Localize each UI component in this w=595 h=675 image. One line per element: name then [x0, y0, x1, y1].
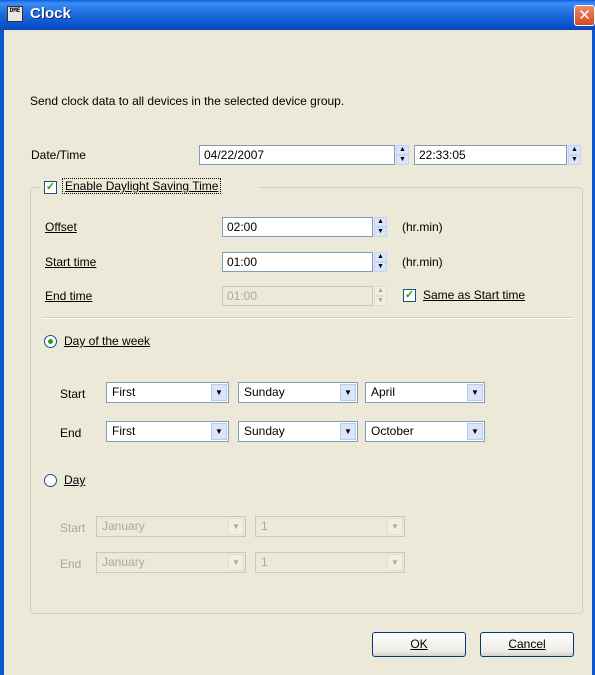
datetime-label: Date/Time	[31, 148, 86, 162]
chevron-down-icon: ▼	[228, 554, 244, 571]
chevron-down-icon: ▼	[387, 518, 403, 535]
spin-up-icon[interactable]: ▲	[374, 252, 387, 262]
spin-up-icon[interactable]: ▲	[374, 217, 387, 227]
day-start-label: Start	[60, 521, 86, 535]
title-bar[interactable]: DME Clock ✕	[0, 0, 595, 30]
app-icon: DME	[7, 6, 23, 22]
day-start-day-select: 1 ▼	[255, 516, 405, 537]
clock-dialog: DME Clock ✕ Send clock data to all devic…	[0, 0, 595, 675]
chevron-down-icon[interactable]: ▼	[340, 384, 356, 401]
start-time-spinner[interactable]: ▲ ▼	[374, 252, 387, 272]
radio-selected-dot	[48, 339, 53, 344]
window-border-left	[0, 30, 4, 675]
day-end-day-value: 1	[261, 555, 268, 569]
dow-start-month-select[interactable]: April ▼	[365, 382, 485, 403]
dow-end-weekday-value: Sunday	[244, 424, 285, 438]
spin-down-icon[interactable]: ▼	[374, 227, 387, 237]
chevron-down-icon[interactable]: ▼	[467, 423, 483, 440]
chevron-down-icon[interactable]: ▼	[211, 423, 227, 440]
dow-end-label: End	[60, 426, 82, 440]
dow-end-weekday-select[interactable]: Sunday ▼	[238, 421, 358, 442]
day-of-week-radio[interactable]	[44, 335, 57, 348]
dst-enable-label[interactable]: Enable Daylight Saving Time	[62, 178, 222, 194]
dow-start-weekday-value: Sunday	[244, 385, 285, 399]
dow-end-month-value: October	[371, 424, 414, 438]
day-radio[interactable]	[44, 474, 57, 487]
spin-up-icon[interactable]: ▲	[568, 145, 581, 155]
start-time-unit: (hr.min)	[402, 255, 443, 269]
offset-field[interactable]: 02:00	[222, 217, 373, 237]
day-label[interactable]: Day	[64, 473, 85, 487]
chevron-down-icon[interactable]: ▼	[467, 384, 483, 401]
dow-end-month-select[interactable]: October ▼	[365, 421, 485, 442]
end-time-label: End time	[45, 289, 93, 303]
day-end-label: End	[60, 557, 82, 571]
offset-spinner[interactable]: ▲ ▼	[374, 217, 387, 237]
offset-label: Offset	[45, 220, 77, 234]
day-start-month-value: January	[102, 519, 145, 533]
section-divider	[42, 317, 573, 319]
chevron-down-icon: ▼	[228, 518, 244, 535]
dow-end-ordinal-value: First	[112, 424, 136, 438]
cancel-button-label: Cancel	[508, 637, 546, 651]
time-spinner[interactable]: ▲ ▼	[568, 145, 581, 165]
description-text: Send clock data to all devices in the se…	[30, 94, 345, 108]
cancel-button[interactable]: Cancel	[480, 632, 574, 657]
start-time-label: Start time	[45, 255, 97, 269]
day-start-day-value: 1	[261, 519, 268, 533]
dow-end-ordinal-select[interactable]: First ▼	[106, 421, 229, 442]
dow-start-label: Start	[60, 387, 86, 401]
day-end-day-select: 1 ▼	[255, 552, 405, 573]
ok-button-label: OK	[410, 637, 428, 651]
dst-enable-checkbox[interactable]: ✓	[44, 181, 57, 194]
dow-start-ordinal-value: First	[112, 385, 136, 399]
spin-down-icon[interactable]: ▼	[374, 262, 387, 272]
close-button[interactable]: ✕	[574, 5, 595, 26]
chevron-down-icon[interactable]: ▼	[340, 423, 356, 440]
start-time-field[interactable]: 01:00	[222, 252, 373, 272]
date-spinner[interactable]: ▲ ▼	[396, 145, 409, 165]
spin-down-icon[interactable]: ▼	[568, 155, 581, 165]
spin-down-icon[interactable]: ▼	[396, 155, 409, 165]
spin-up-icon: ▲	[374, 286, 387, 296]
window-title: Clock	[30, 5, 71, 22]
same-as-start-label[interactable]: Same as Start time	[423, 288, 525, 302]
date-field[interactable]: 04/22/2007	[199, 145, 395, 165]
dow-start-month-value: April	[371, 385, 396, 399]
end-time-field: 01:00	[222, 286, 373, 306]
ok-button[interactable]: OK	[372, 632, 466, 657]
offset-unit: (hr.min)	[402, 220, 443, 234]
end-time-spinner: ▲ ▼	[374, 286, 387, 306]
chevron-down-icon[interactable]: ▼	[211, 384, 227, 401]
time-field[interactable]: 22:33:05	[414, 145, 567, 165]
day-end-month-value: January	[102, 555, 145, 569]
day-start-month-select: January ▼	[96, 516, 246, 537]
dow-start-ordinal-select[interactable]: First ▼	[106, 382, 229, 403]
dow-start-weekday-select[interactable]: Sunday ▼	[238, 382, 358, 403]
spin-up-icon[interactable]: ▲	[396, 145, 409, 155]
spin-down-icon: ▼	[374, 296, 387, 306]
day-of-week-label[interactable]: Day of the week	[64, 334, 150, 348]
chevron-down-icon: ▼	[387, 554, 403, 571]
day-end-month-select: January ▼	[96, 552, 246, 573]
same-as-start-checkbox[interactable]: ✓	[403, 289, 416, 302]
